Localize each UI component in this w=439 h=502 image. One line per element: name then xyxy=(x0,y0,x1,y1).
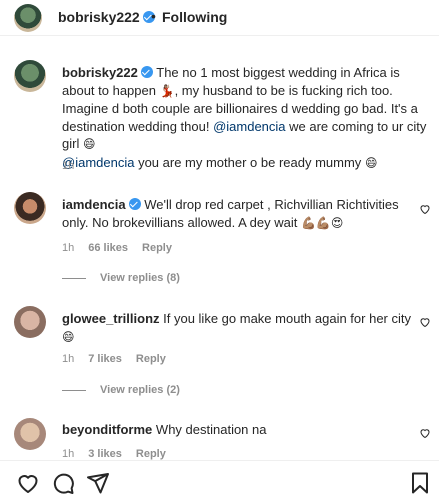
small-heart-icon[interactable] xyxy=(419,427,431,439)
divider xyxy=(62,389,86,391)
comment-meta: 1h 7 likes Reply xyxy=(62,353,166,365)
comment-avatar[interactable] xyxy=(14,306,46,338)
comment-body: Why destination na xyxy=(155,422,267,437)
divider xyxy=(62,277,86,279)
caption-time: 1h xyxy=(62,160,75,172)
header-username[interactable]: bobrisky222 xyxy=(58,9,155,25)
small-heart-icon[interactable] xyxy=(419,203,431,215)
comment-username[interactable]: iamdencia xyxy=(62,197,126,212)
comment-text: glowee_trillionz If you like go make mou… xyxy=(62,310,412,346)
dancer-emoji: 💃🏽 xyxy=(159,83,175,98)
comment-time: 1h xyxy=(62,448,75,460)
share-icon[interactable] xyxy=(86,471,110,495)
comment-icon[interactable] xyxy=(51,471,75,495)
caption-username[interactable]: bobrisky222 xyxy=(62,65,138,80)
comment-body: If you like go make mouth again for her … xyxy=(163,311,411,326)
comment-likes[interactable]: 66 likes xyxy=(88,242,128,254)
comment-meta: 1h 66 likes Reply xyxy=(62,242,172,254)
reply-button[interactable]: Reply xyxy=(142,242,172,254)
comment-avatar[interactable] xyxy=(14,192,46,224)
comment-time: 1h xyxy=(62,353,75,365)
grin-emoji: 😄 xyxy=(82,137,96,151)
view-replies-button[interactable]: View replies (2) xyxy=(62,384,180,396)
verified-badge-icon xyxy=(128,198,141,210)
comment-text: iamdencia We'll drop red carpet , Richvi… xyxy=(62,196,412,232)
view-replies-label: View replies (8) xyxy=(100,272,180,284)
comment-likes[interactable]: 7 likes xyxy=(88,353,122,365)
bookmark-icon[interactable] xyxy=(408,471,432,495)
reply-button[interactable]: Reply xyxy=(136,448,166,460)
heart-icon[interactable] xyxy=(16,471,40,495)
comment-text: beyonditforme Why destination na xyxy=(62,421,412,439)
comment-avatar[interactable] xyxy=(14,418,46,450)
reply-button[interactable]: Reply xyxy=(136,353,166,365)
post-header: bobrisky222 • Following xyxy=(0,0,439,36)
caption-text: bobrisky222 The no 1 most biggest weddin… xyxy=(62,64,434,172)
view-replies-label: View replies (2) xyxy=(100,384,180,396)
small-heart-icon[interactable] xyxy=(419,316,431,328)
comment-meta: 1h 3 likes Reply xyxy=(62,448,166,460)
caption-body-4: you are my mother o be ready mummy xyxy=(134,154,365,170)
following-button[interactable]: Following xyxy=(162,9,227,25)
comment-likes[interactable]: 3 likes xyxy=(88,448,122,460)
comment-username[interactable]: glowee_trillionz xyxy=(62,311,160,326)
verified-badge-icon xyxy=(140,66,153,78)
action-bar xyxy=(0,460,439,502)
comment-emoji: 💪🏽💪🏽😍 xyxy=(300,215,344,230)
avatar[interactable] xyxy=(14,4,42,32)
mention-link[interactable]: @iamdencia xyxy=(213,119,285,134)
caption-avatar[interactable] xyxy=(14,60,46,92)
comment-username[interactable]: beyonditforme xyxy=(62,422,152,437)
view-replies-button[interactable]: View replies (8) xyxy=(62,272,180,284)
comment-time: 1h xyxy=(62,242,75,254)
separator-dot: • xyxy=(151,8,156,24)
grin-emoji: 😄 xyxy=(364,155,378,170)
comment-emoji: 😄 xyxy=(62,329,75,344)
